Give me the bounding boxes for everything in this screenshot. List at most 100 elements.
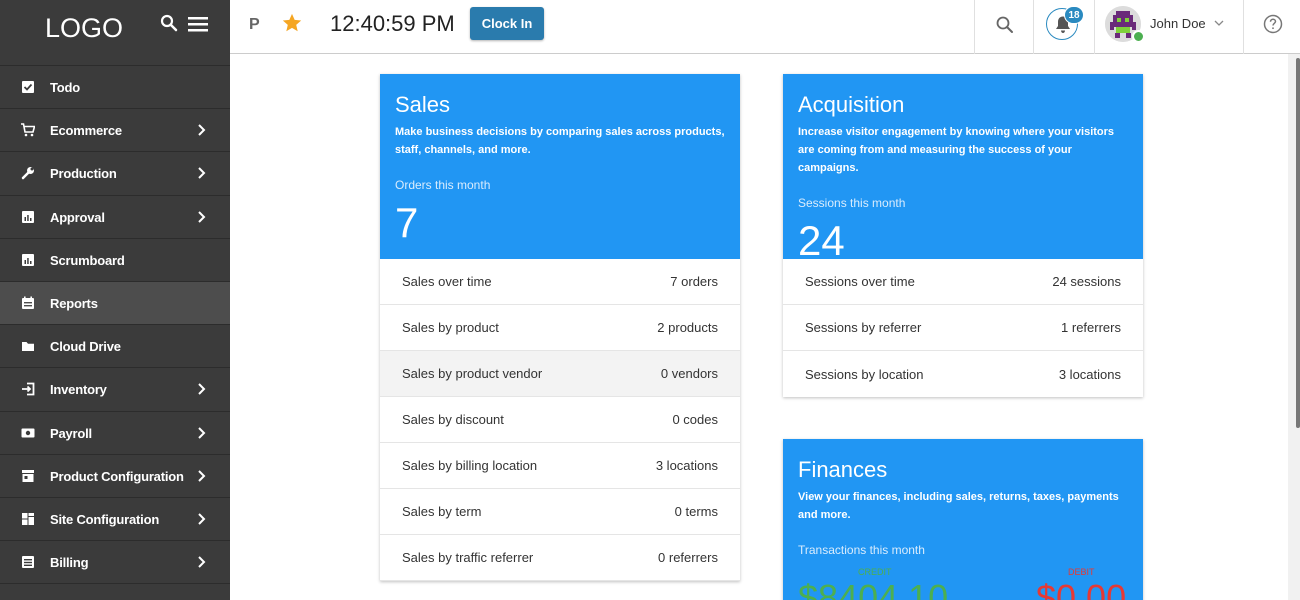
- chevron-right-icon: [198, 383, 206, 396]
- report-row[interactable]: Sales by term 0 terms: [380, 489, 740, 535]
- user-name[interactable]: John Doe: [1150, 16, 1206, 31]
- sidebar-item-product-configuration[interactable]: Product Configuration: [0, 455, 230, 498]
- help-icon[interactable]: [1263, 14, 1283, 34]
- chevron-right-icon: [198, 513, 206, 525]
- divider: [1243, 0, 1244, 54]
- wrench-icon: [21, 167, 34, 180]
- report-value: 3 locations: [1058, 366, 1121, 382]
- chevron-right-icon: [198, 426, 206, 439]
- acquisition-card-header: Acquisition Increase visitor engagement …: [783, 74, 1143, 264]
- online-status-icon: [1132, 30, 1145, 43]
- chevron-down-icon[interactable]: [1214, 19, 1224, 27]
- sidebar-item-label: Product Configuration: [50, 468, 184, 484]
- sidebar-item-payroll[interactable]: Payroll: [0, 412, 230, 455]
- finance-values: CREDIT $8404.10 DEBIT $0.00: [798, 567, 1128, 600]
- sidebar-item-label: Reports: [50, 295, 98, 311]
- chart-icon: [22, 253, 34, 266]
- sidebar-item-label: Site Configuration: [50, 511, 160, 527]
- finances-card-header: Finances View your finances, including s…: [783, 439, 1143, 600]
- report-row[interactable]: Sales by billing location 3 locations: [380, 443, 740, 489]
- credit-label: CREDIT: [858, 567, 892, 577]
- cart-icon: [21, 123, 35, 137]
- report-row[interactable]: Sessions by location 3 locations: [783, 351, 1143, 397]
- sidebar-item-production[interactable]: Production: [0, 152, 230, 196]
- login-icon: [22, 382, 35, 396]
- report-label: Sales by product: [402, 320, 499, 335]
- chevron-right-icon: [198, 167, 206, 180]
- report-label: Sales by traffic referrer: [402, 550, 534, 565]
- card-title: Sales: [395, 92, 451, 117]
- sidebar-header: LOGO: [0, 0, 230, 66]
- sidebar: LOGO Todo Ecommerce Production Approval …: [0, 0, 230, 600]
- card-description: View your finances, including sales, ret…: [798, 491, 1119, 521]
- debit-label: DEBIT: [1068, 567, 1095, 577]
- sidebar-item-label: Cloud Drive: [50, 339, 121, 355]
- finances-card: Finances View your finances, including s…: [783, 439, 1143, 600]
- list-icon: [22, 556, 34, 569]
- sidebar-item-site-configuration[interactable]: Site Configuration: [0, 498, 230, 542]
- divider: [1033, 0, 1034, 54]
- sidebar-item-approval[interactable]: Approval: [0, 196, 230, 239]
- sidebar-item-billing[interactable]: Billing: [0, 541, 230, 585]
- store-icon: [22, 469, 34, 482]
- p-label[interactable]: P: [249, 16, 260, 34]
- metric-label: Orders this month: [395, 178, 491, 192]
- folder-icon: [22, 342, 34, 352]
- card-description: Increase visitor engagement by knowing w…: [798, 126, 1115, 174]
- sidebar-item-cloud-drive[interactable]: Cloud Drive: [0, 325, 230, 369]
- report-value: 0 terms: [674, 504, 718, 519]
- sidebar-item-label: Todo: [50, 80, 80, 95]
- metric-value: 7: [395, 199, 419, 246]
- report-value: 0 codes: [672, 412, 718, 427]
- report-value: 3 locations: [655, 458, 718, 473]
- checkbox-icon: [22, 81, 34, 93]
- report-label: Sales by discount: [402, 412, 504, 427]
- chart-icon: [22, 210, 34, 223]
- credit-value: $8404.10: [798, 577, 949, 600]
- divider: [974, 0, 975, 54]
- scrollbar-thumb[interactable]: [1296, 58, 1300, 428]
- menu-icon[interactable]: [188, 16, 208, 32]
- notification-badge: 18: [1064, 6, 1084, 24]
- card-title: Acquisition: [798, 92, 905, 117]
- calendar-icon: [22, 296, 34, 309]
- money-icon: [21, 428, 35, 437]
- chevron-right-icon: [198, 210, 206, 223]
- sidebar-item-scrumboard[interactable]: Scrumboard: [0, 239, 230, 282]
- report-row[interactable]: Sales by discount 0 codes: [380, 397, 740, 443]
- clock-in-button[interactable]: Clock In: [470, 7, 544, 40]
- sidebar-item-label: Ecommerce: [50, 123, 122, 139]
- search-icon[interactable]: [160, 14, 178, 32]
- debit-value: $0.00: [1036, 577, 1127, 600]
- chevron-right-icon: [198, 556, 206, 568]
- card-title: Finances: [798, 457, 888, 482]
- card-description: Make business decisions by comparing sal…: [395, 126, 725, 156]
- metric-label: Transactions this month: [798, 543, 925, 557]
- report-label: Sales by billing location: [402, 458, 538, 473]
- logo[interactable]: LOGO: [45, 13, 123, 44]
- report-label: Sessions by referrer: [805, 320, 922, 335]
- report-row[interactable]: Sales by traffic referrer 0 referrers: [380, 535, 740, 581]
- sales-card-header: Sales Make business decisions by compari…: [380, 74, 740, 259]
- report-row[interactable]: Sales over time 7 orders: [380, 259, 740, 305]
- sidebar-item-label: Inventory: [50, 382, 107, 398]
- report-value: 0 vendors: [660, 366, 718, 381]
- report-value: 1 referrers: [1061, 320, 1121, 335]
- top-bar: P 12:40:59 PM Clock In 18 John Doe: [230, 0, 1300, 54]
- report-row[interactable]: Sales by product vendor 0 vendors: [380, 351, 740, 397]
- report-label: Sales by product vendor: [402, 366, 543, 381]
- search-icon[interactable]: [995, 15, 1015, 35]
- divider: [1094, 0, 1095, 54]
- report-row[interactable]: Sales by product 2 products: [380, 305, 740, 351]
- sidebar-item-inventory[interactable]: Inventory: [0, 368, 230, 412]
- report-value: 2 products: [657, 320, 718, 335]
- sidebar-item-label: Billing: [50, 555, 89, 571]
- sidebar-item-reports[interactable]: Reports: [0, 281, 230, 326]
- sidebar-item-label: Production: [50, 166, 117, 182]
- metric-label: Sessions this month: [798, 196, 906, 210]
- sidebar-item-label: Scrumboard: [50, 252, 125, 268]
- sidebar-item-ecommerce[interactable]: Ecommerce: [0, 109, 230, 153]
- sidebar-item-todo[interactable]: Todo: [0, 66, 230, 110]
- star-icon[interactable]: [281, 12, 303, 34]
- report-row[interactable]: Sessions by referrer 1 referrers: [783, 305, 1143, 351]
